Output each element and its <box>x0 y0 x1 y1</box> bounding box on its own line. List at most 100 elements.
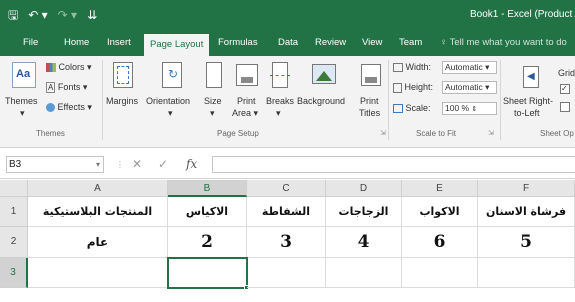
effects-button[interactable]: Effects ▾ <box>46 102 92 113</box>
sheet-right-to-left-button[interactable]: Sheet Right- <box>503 96 553 106</box>
page-setup-launcher-icon[interactable]: ⇲ <box>380 129 386 137</box>
print-area-button-line2[interactable]: Area ▾ <box>232 108 258 118</box>
breaks-button[interactable]: Breaks <box>266 96 294 106</box>
insert-function-icon[interactable]: fx <box>186 157 197 171</box>
undo-icon[interactable]: ↶ ▾ <box>28 8 47 22</box>
tab-file[interactable]: File <box>23 30 38 56</box>
column-header-b[interactable]: B <box>168 180 247 197</box>
print-titles-icon[interactable] <box>361 64 381 86</box>
width-icon <box>393 63 403 73</box>
cell-c2[interactable]: 3 <box>247 227 326 258</box>
sheet-options-group-label: Sheet Op <box>540 129 574 138</box>
column-header-e[interactable]: E <box>402 180 478 197</box>
cell-b3-selected[interactable] <box>167 257 248 289</box>
background-icon[interactable] <box>312 64 336 84</box>
formula-input[interactable] <box>212 156 575 173</box>
cell-d3[interactable] <box>326 258 402 288</box>
width-label: Width: <box>393 62 431 73</box>
fonts-button[interactable]: A Fonts ▾ <box>46 82 87 93</box>
size-dropdown-icon[interactable]: ▾ <box>210 108 215 118</box>
name-box[interactable]: B3 ▾ <box>6 156 104 173</box>
tab-data[interactable]: Data <box>278 30 298 56</box>
print-titles-button-line2[interactable]: Titles <box>359 108 380 118</box>
customize-toolbar-icon[interactable]: ⇊ <box>87 8 97 22</box>
save-icon[interactable]: 🖫 <box>8 8 18 22</box>
tab-view[interactable]: View <box>362 30 382 56</box>
scale-icon <box>393 104 403 114</box>
themes-icon[interactable]: Aa <box>12 62 36 88</box>
cell-f1[interactable]: فرشاة الاسنان <box>478 197 575 227</box>
colors-button[interactable]: Colors ▾ <box>46 62 92 73</box>
cell-f2[interactable]: 5 <box>478 227 575 258</box>
cell-a3[interactable] <box>28 258 168 288</box>
height-label: Height: <box>393 82 433 93</box>
spinner-arrows-icon[interactable]: ⇕ <box>471 106 477 113</box>
cell-e3[interactable] <box>402 258 478 288</box>
cell-e1[interactable]: الاكواب <box>402 197 478 227</box>
size-button[interactable]: Size <box>204 96 222 106</box>
scale-to-fit-launcher-icon[interactable]: ⇲ <box>488 129 494 137</box>
name-box-dropdown-icon[interactable]: ▾ <box>96 157 100 172</box>
tab-formulas[interactable]: Formulas <box>218 30 258 56</box>
themes-dropdown-icon[interactable]: ▾ <box>20 108 25 118</box>
row-header-3[interactable]: 3 <box>0 258 28 288</box>
width-select[interactable]: Automatic ▾ <box>442 61 497 74</box>
column-header-a[interactable]: A <box>28 180 168 197</box>
formula-bar-grip-icon: ⋮ <box>116 160 124 169</box>
scale-spinner[interactable]: 100 % ⇕ <box>442 102 497 115</box>
quick-access-toolbar: 🖫 ↶ ▾ ↷ ▾ ⇊ <box>8 8 97 22</box>
redo-icon[interactable]: ↷ ▾ <box>58 8 77 22</box>
enter-icon[interactable]: ✓ <box>158 157 168 171</box>
tab-review[interactable]: Review <box>315 30 346 56</box>
gridlines-view-checkbox[interactable]: ✓ <box>560 84 570 94</box>
cell-a2[interactable]: عام <box>28 227 168 258</box>
cell-e2[interactable]: 6 <box>402 227 478 258</box>
cell-c1[interactable]: الشفاطة <box>247 197 326 227</box>
row-header-1[interactable]: 1 <box>0 197 28 227</box>
row-header-2[interactable]: 2 <box>0 227 28 258</box>
tell-me-search[interactable]: ♀ Tell me what you want to do <box>440 30 567 56</box>
print-area-icon[interactable] <box>236 64 258 86</box>
cell-b1[interactable]: الاكياس <box>168 197 247 227</box>
column-header-c[interactable]: C <box>247 180 326 197</box>
cell-d2[interactable]: 4 <box>326 227 402 258</box>
window-title: Book1 - Excel (Product Acti <box>470 9 575 20</box>
orientation-button[interactable]: Orientation <box>146 96 190 106</box>
cancel-icon[interactable]: ✕ <box>132 157 142 171</box>
gridlines-print-checkbox[interactable] <box>560 102 570 112</box>
tab-team[interactable]: Team <box>399 30 422 56</box>
cell-c3[interactable] <box>247 258 326 288</box>
breaks-dropdown-icon[interactable]: ▾ <box>276 108 281 118</box>
cell-d1[interactable]: الزجاجات <box>326 197 402 227</box>
page-setup-group-label: Page Setup <box>217 129 259 138</box>
height-select[interactable]: Automatic ▾ <box>442 81 497 94</box>
select-all-button[interactable] <box>0 180 28 197</box>
themes-button[interactable]: Themes <box>5 96 38 106</box>
margins-button[interactable]: Margins <box>106 96 138 106</box>
print-area-button[interactable]: Print <box>237 96 256 106</box>
tab-page-layout[interactable]: Page Layout <box>144 34 210 56</box>
fonts-icon: A <box>46 82 56 93</box>
cell-f3[interactable] <box>478 258 575 288</box>
tab-insert[interactable]: Insert <box>107 30 131 56</box>
breaks-icon[interactable] <box>270 62 290 88</box>
group-separator <box>388 60 389 140</box>
column-header-d[interactable]: D <box>326 180 402 197</box>
cell-b2[interactable]: 2 <box>168 227 247 258</box>
sheet-right-to-left-button-line2[interactable]: to-Left <box>514 108 540 118</box>
print-titles-button[interactable]: Print <box>360 96 379 106</box>
margins-icon[interactable] <box>113 62 133 88</box>
scale-label: Scale: <box>393 103 431 114</box>
sheet-right-to-left-icon[interactable]: ◀ <box>523 66 539 88</box>
formula-bar: B3 ▾ ⋮ ✕ ✓ fx <box>0 149 575 179</box>
cell-a1[interactable]: المنتجات البلاستيكية <box>28 197 168 227</box>
size-icon[interactable] <box>206 62 222 88</box>
effects-icon <box>46 103 55 113</box>
orientation-dropdown-icon[interactable]: ▾ <box>168 108 173 118</box>
tab-home[interactable]: Home <box>64 30 89 56</box>
scale-to-fit-group-label: Scale to Fit <box>416 129 457 138</box>
group-separator <box>500 60 501 140</box>
column-header-f[interactable]: F <box>478 180 575 197</box>
background-button[interactable]: Background <box>297 96 345 106</box>
orientation-icon[interactable]: ↻ <box>162 62 182 88</box>
